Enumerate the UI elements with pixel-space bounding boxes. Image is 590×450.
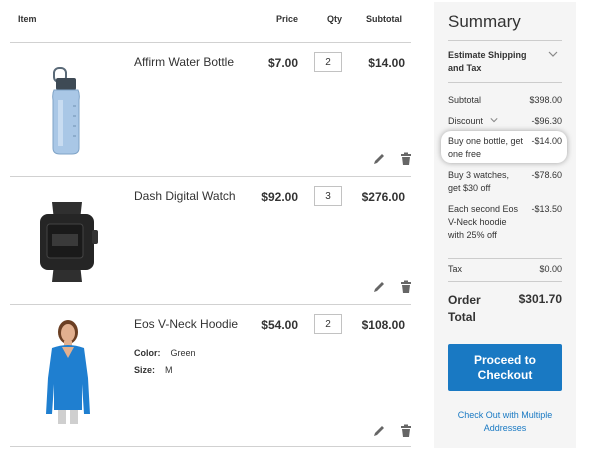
header-subtotal: Subtotal [366, 14, 402, 24]
chevron-down-icon [548, 51, 558, 57]
estimate-shipping-label: Estimate Shipping and Tax [448, 50, 527, 73]
divider [10, 42, 411, 43]
edit-button[interactable] [372, 152, 386, 166]
product-name-link[interactable]: Affirm Water Bottle [134, 55, 234, 69]
product-name-link[interactable]: Dash Digital Watch [134, 189, 236, 203]
row-label: Discount [448, 115, 524, 128]
row-value: $398.00 [529, 95, 562, 105]
divider [10, 446, 411, 447]
pencil-icon [374, 282, 384, 292]
product-price: $92.00 [261, 190, 298, 204]
header-item: Item [18, 14, 37, 24]
discount-label: Discount [448, 116, 484, 126]
cart-table: Item Price Qty Subtotal Affirm Water Bot… [0, 0, 420, 450]
product-option-size: Size: M [134, 365, 173, 375]
product-image-water-bottle[interactable] [46, 66, 86, 161]
divider [448, 40, 562, 41]
product-image-digital-watch[interactable] [34, 200, 100, 289]
delete-button[interactable] [399, 424, 413, 438]
product-subtotal: $108.00 [361, 318, 405, 332]
trash-icon [401, 152, 411, 165]
divider [448, 82, 562, 83]
product-subtotal: $276.00 [361, 190, 405, 204]
product-price: $7.00 [267, 56, 298, 70]
product-price: $54.00 [261, 318, 298, 332]
product-subtotal: $14.00 [368, 56, 405, 70]
estimate-shipping-toggle[interactable]: Estimate Shipping and Tax [448, 49, 562, 75]
option-label: Color: [134, 348, 161, 358]
trash-icon [401, 280, 411, 293]
trash-icon [401, 424, 411, 437]
divider [10, 304, 411, 305]
delete-button[interactable] [399, 280, 413, 294]
option-value: Green [170, 348, 196, 358]
edit-button[interactable] [372, 280, 386, 294]
row-label: Subtotal [448, 95, 482, 105]
header-qty: Qty [327, 14, 343, 24]
option-value: M [165, 365, 173, 375]
checkout-multiple-addresses-link[interactable]: Check Out with Multiple Addresses [444, 409, 566, 435]
product-image-hoodie[interactable] [40, 318, 96, 431]
product-name-link[interactable]: Eos V-Neck Hoodie [134, 317, 238, 331]
proceed-to-checkout-button[interactable]: Proceed to Checkout [448, 344, 562, 391]
row-value: -$96.30 [531, 116, 562, 126]
option-label: Size: [134, 365, 156, 375]
pencil-icon [374, 426, 384, 436]
edit-button[interactable] [372, 424, 386, 438]
delete-button[interactable] [399, 152, 413, 166]
highlight-callout [441, 131, 567, 163]
divider [10, 176, 411, 177]
summary-title: Summary [448, 12, 521, 31]
chevron-down-icon [489, 118, 498, 123]
product-option-color: Color: Green [134, 348, 196, 358]
pencil-icon [374, 154, 384, 164]
header-price: Price [276, 14, 299, 24]
